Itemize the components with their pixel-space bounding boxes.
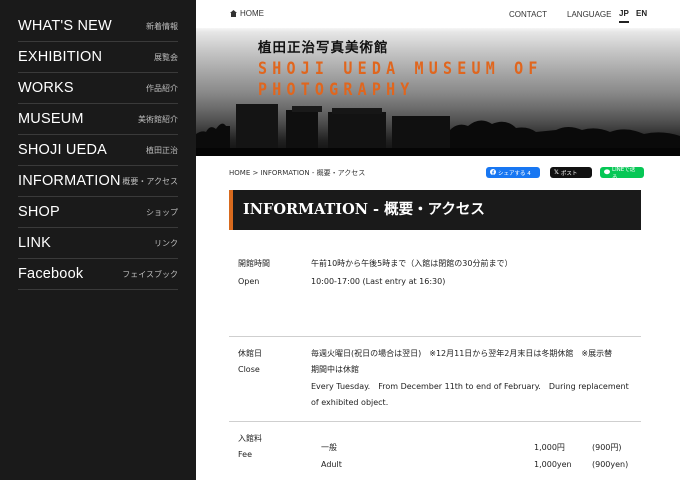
fee-group-price: (900円) xyxy=(592,443,622,452)
x-post-button[interactable]: 𝕏 ポスト xyxy=(550,167,592,178)
x-icon: 𝕏 xyxy=(554,169,559,176)
closed-label-en: Close xyxy=(238,365,260,374)
nav-label-en: Facebook xyxy=(18,266,84,282)
line-share-button[interactable]: LINEで送る xyxy=(600,166,644,181)
nav-item-exhibition[interactable]: EXHIBITION 展覧会 xyxy=(18,42,178,73)
facebook-share-button[interactable]: シェアする 4 xyxy=(486,167,540,178)
nav-label-ja: 植田正治 xyxy=(146,145,178,155)
line-share-label: LINEで送る xyxy=(612,166,636,181)
language-label: LANGUAGE xyxy=(567,10,612,19)
hours-value-en: 10:00-17:00 (Last entry at 16:30) xyxy=(311,277,446,286)
museum-name-ja: 植田正治写真美術館 xyxy=(258,40,389,56)
nav-item-works[interactable]: WORKS 作品紹介 xyxy=(18,73,178,104)
lang-jp-link[interactable]: JP xyxy=(619,9,629,18)
nav-label-en: LINK xyxy=(18,235,52,251)
nav-label-ja: フェイスブック xyxy=(122,269,178,279)
page-title: INFORMATION - 概要・アクセス xyxy=(229,190,641,230)
fee-group-price: (900yen) xyxy=(592,460,629,469)
home-link[interactable]: HOME xyxy=(230,9,264,18)
nav-label-en: SHOJI UEDA xyxy=(18,142,108,158)
nav-label-en: INFORMATION xyxy=(18,173,121,189)
header-banner: HOME CONTACT LANGUAGE JP EN 植田正治写真美術館 SH… xyxy=(196,0,680,156)
nav-label-ja: 展覧会 xyxy=(154,52,178,62)
nav-item-link[interactable]: LINK リンク xyxy=(18,228,178,259)
nav-item-facebook[interactable]: Facebook フェイスブック xyxy=(18,259,178,290)
info-row-closed: 休館日 Close 毎週火曜日(祝日の場合は翌日) ※12月11日から翌年2月末… xyxy=(229,345,641,422)
nav-label-ja: 新着情報 xyxy=(146,21,178,31)
nav-label-en: WORKS xyxy=(18,80,74,96)
closed-value-ja-line2: 期間中は休館 xyxy=(311,365,359,374)
nav-item-shop[interactable]: SHOP ショップ xyxy=(18,197,178,228)
sidebar-nav: WHAT'S NEW 新着情報 EXHIBITION 展覧会 WORKS 作品紹… xyxy=(0,0,196,480)
home-icon xyxy=(230,10,237,17)
museum-name-en: SHOJI UEDA MUSEUM OF PHOTOGRAPHY xyxy=(258,58,543,100)
nav-label-en: WHAT'S NEW xyxy=(18,18,112,34)
lang-active-indicator xyxy=(619,21,629,23)
nav-label-en: SHOP xyxy=(18,204,60,220)
header-photo-skyline xyxy=(196,104,680,156)
fee-label-en: Fee xyxy=(238,450,253,459)
share-buttons: シェアする 4 𝕏 ポスト LINEで送る xyxy=(486,166,644,181)
fee-type: 一般 xyxy=(321,443,337,452)
nav-label-en: MUSEUM xyxy=(18,111,84,127)
hours-label-en: Open xyxy=(238,277,260,286)
nav-item-information[interactable]: INFORMATION 概要・アクセス xyxy=(18,166,178,197)
hours-label-ja: 開館時間 xyxy=(238,259,270,268)
nav-label-ja: 概要・アクセス xyxy=(122,176,178,186)
fee-price: 1,000円 xyxy=(534,443,565,452)
nav-item-whats-new[interactable]: WHAT'S NEW 新着情報 xyxy=(18,11,178,42)
nav-label-ja: リンク xyxy=(154,238,178,248)
top-bar: HOME CONTACT LANGUAGE JP EN xyxy=(196,0,680,28)
facebook-icon xyxy=(490,168,496,177)
facebook-share-label: シェアする 4 xyxy=(498,170,531,177)
fee-price: 1,000yen xyxy=(534,460,572,469)
nav-item-shoji-ueda[interactable]: SHOJI UEDA 植田正治 xyxy=(18,135,178,166)
line-icon xyxy=(604,168,610,177)
nav-item-museum[interactable]: MUSEUM 美術館紹介 xyxy=(18,104,178,135)
info-row-hours: 開館時間 Open 午前10時から午後5時まで（入館は閉館の30分前まで） 10… xyxy=(229,255,641,337)
fee-type: Adult xyxy=(321,460,342,469)
contact-link[interactable]: CONTACT xyxy=(509,10,547,19)
nav-label-ja: ショップ xyxy=(146,207,178,217)
info-row-fee: 入館料 Fee 一般 1,000円 (900円) Adult 1,000yen … xyxy=(229,430,641,480)
nav-label-en: EXHIBITION xyxy=(18,49,103,65)
closed-value-en-line2: of exhibited object. xyxy=(311,398,389,407)
x-post-label: ポスト xyxy=(560,170,578,177)
home-label: HOME xyxy=(240,9,264,18)
nav-label-ja: 作品紹介 xyxy=(146,83,178,93)
breadcrumb[interactable]: HOME > INFORMATION - 概要・アクセス xyxy=(229,168,365,178)
lang-en-link[interactable]: EN xyxy=(636,9,647,18)
hours-value-ja: 午前10時から午後5時まで（入館は閉館の30分前まで） xyxy=(311,259,513,268)
nav-label-ja: 美術館紹介 xyxy=(138,114,178,124)
